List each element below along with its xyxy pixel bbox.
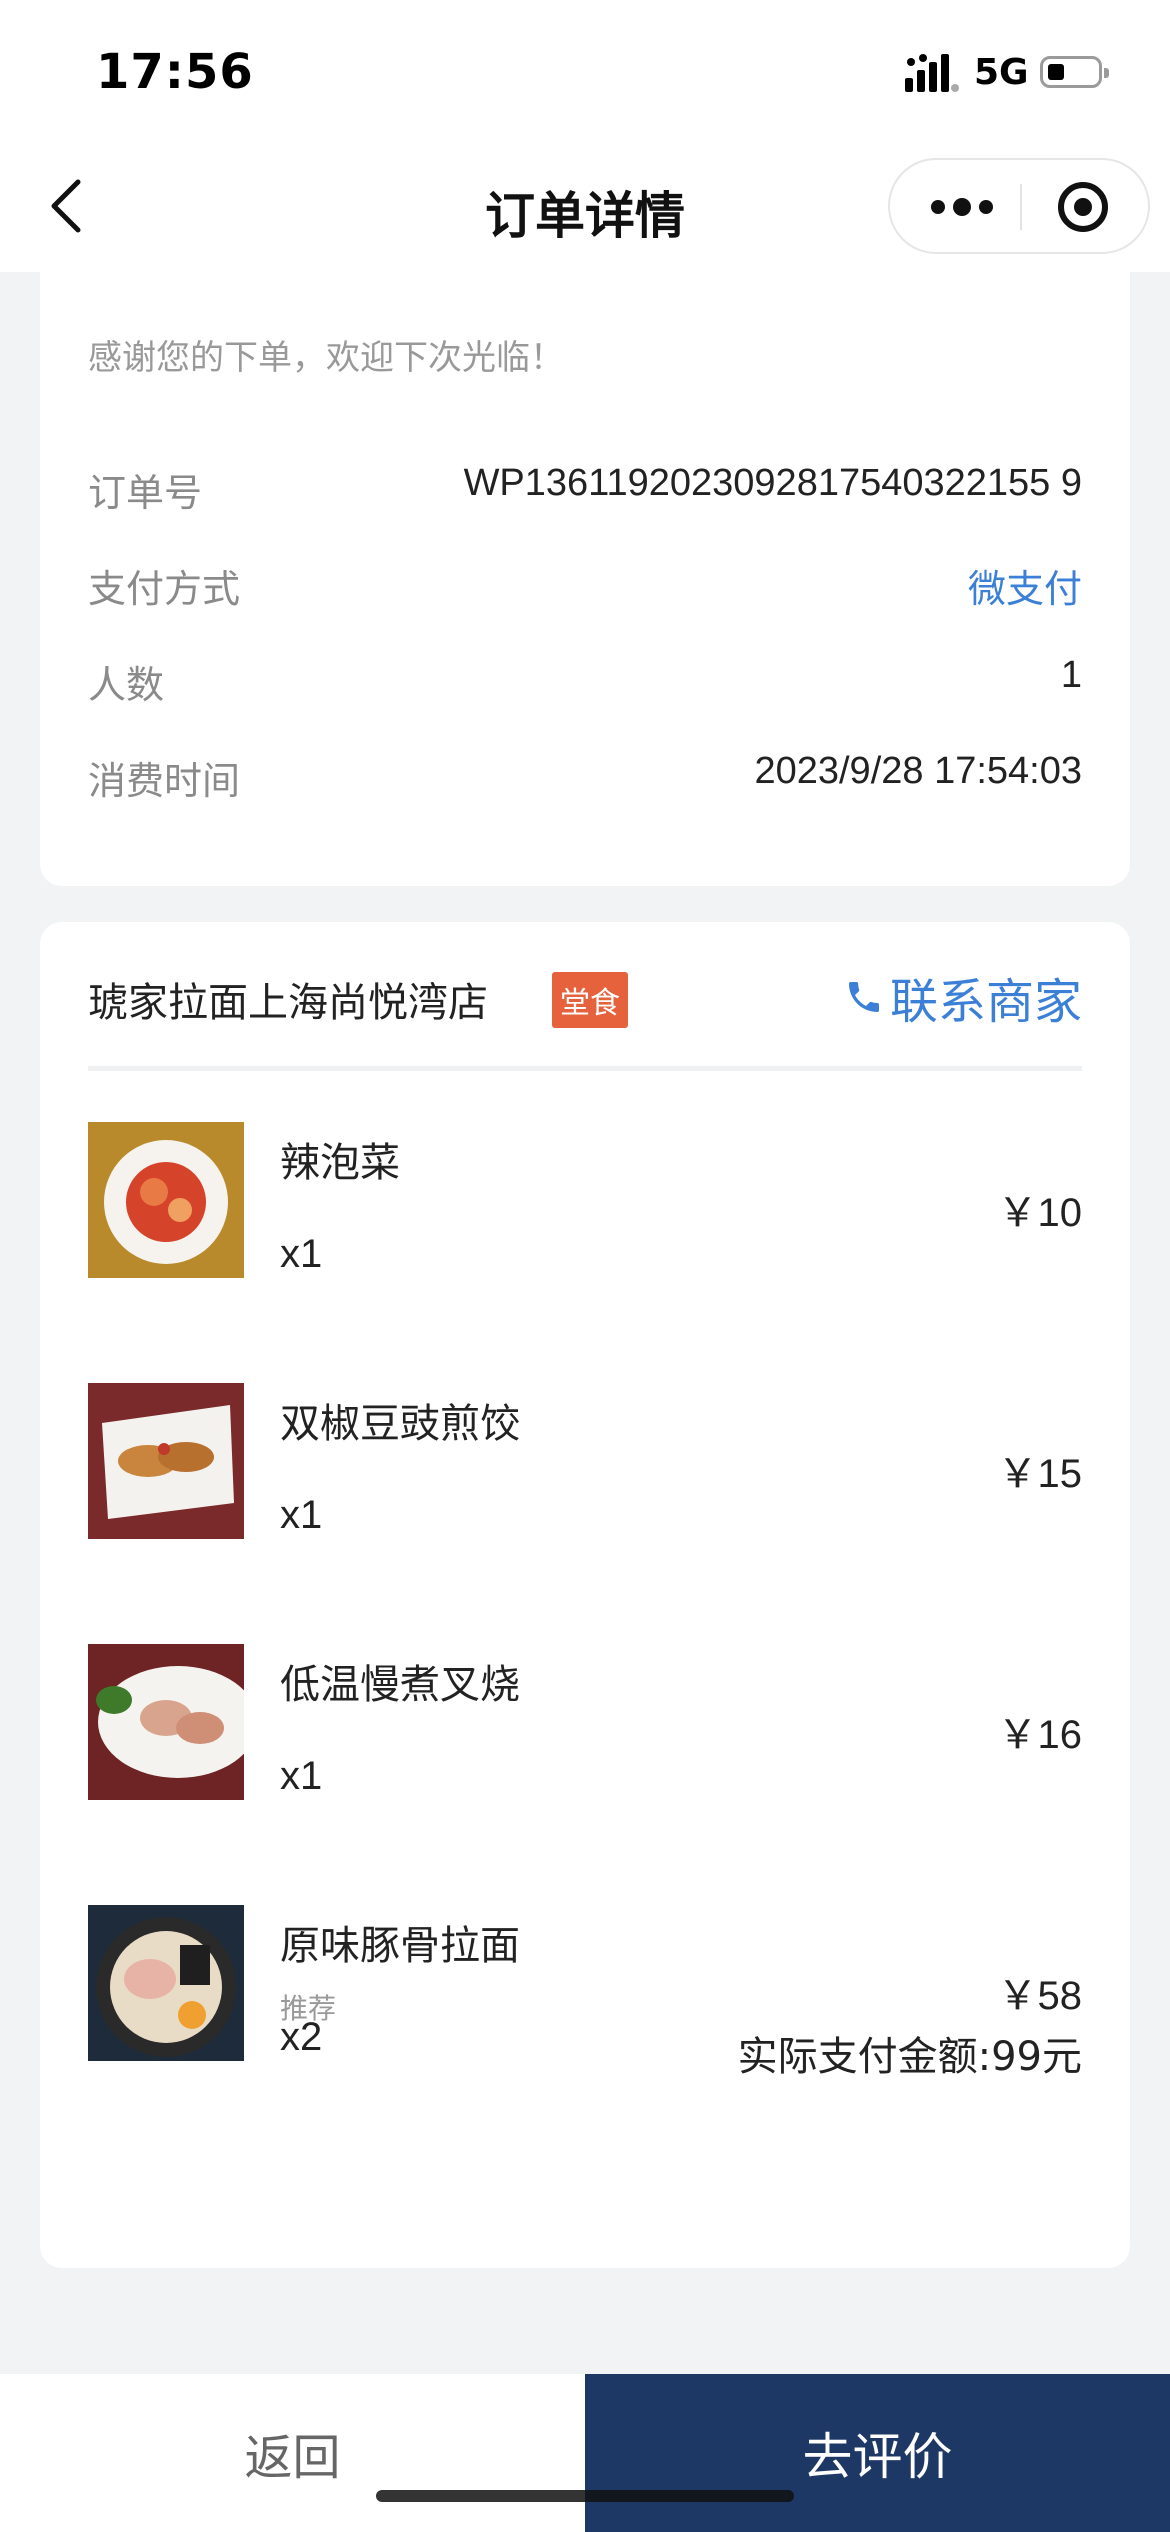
row-label: 人数 — [88, 665, 165, 707]
list-item[interactable]: 低温慢煮叉烧 x1 ￥16 — [88, 1644, 1082, 1804]
item-price: ￥10 — [997, 1191, 1083, 1235]
people-count-row: 人数 1 — [88, 654, 1082, 714]
item-name: 辣泡菜 — [280, 1140, 400, 1186]
item-price: ￥16 — [997, 1713, 1083, 1757]
row-label: 订单号 — [88, 473, 203, 515]
payment-method-row: 支付方式 微支付 — [88, 558, 1082, 618]
row-label: 消费时间 — [88, 761, 241, 803]
bottom-action-bar: 返回 去评价 — [0, 2374, 1170, 2532]
item-quantity: x1 — [280, 1493, 323, 1537]
people-count: 1 — [1060, 654, 1082, 696]
battery-icon — [1040, 56, 1109, 88]
more-icon[interactable] — [930, 198, 994, 216]
contact-merchant-label: 联系商家 — [889, 974, 1082, 1030]
home-indicator — [376, 2490, 794, 2502]
network-label: 5G — [974, 52, 1029, 93]
list-item[interactable]: 辣泡菜 x1 ￥10 — [88, 1122, 1082, 1282]
item-name: 原味豚骨拉面 — [280, 1923, 520, 1969]
contact-merchant-button[interactable]: 联系商家 — [844, 962, 1082, 1032]
review-button[interactable]: 去评价 — [585, 2374, 1170, 2532]
item-name: 双椒豆豉煎饺 — [280, 1401, 520, 1447]
dish-thumbnail — [88, 1122, 244, 1278]
back-button[interactable]: 返回 — [0, 2374, 585, 2532]
miniapp-capsule — [888, 158, 1150, 254]
top-bar: 17:56 5G 订单详情 — [0, 0, 1170, 272]
order-number: WP1361192023092817540322155 9 — [463, 462, 1082, 504]
phone-icon — [848, 982, 879, 1012]
store-name: 琥家拉面上海尚悦湾店 — [88, 980, 488, 1026]
item-price: ￥15 — [997, 1452, 1083, 1496]
row-label: 支付方式 — [88, 569, 241, 611]
total-paid: 实际支付金额:99元 — [737, 2034, 1082, 2080]
item-quantity: x1 — [280, 1754, 323, 1798]
order-info-card: 感谢您的下单，欢迎下次光临！ 订单号 WP1361192023092817540… — [40, 210, 1130, 886]
item-name: 低温慢煮叉烧 — [280, 1662, 520, 1708]
thanks-message: 感谢您的下单，欢迎下次光临！ — [88, 338, 564, 378]
close-miniapp-icon[interactable] — [1056, 180, 1110, 234]
status-time: 17:56 — [96, 44, 254, 100]
dish-thumbnail — [88, 1644, 244, 1800]
signal-icon — [905, 54, 959, 92]
dine-in-badge: 堂食 — [552, 972, 628, 1028]
capsule-divider — [1020, 184, 1022, 230]
item-price: ￥58 — [997, 1974, 1083, 2018]
dish-thumbnail — [88, 1383, 244, 1539]
item-quantity: x2 — [280, 2015, 323, 2059]
divider — [88, 1066, 1082, 1071]
dish-thumbnail — [88, 1905, 244, 2061]
order-items-card: 琥家拉面上海尚悦湾店 堂食 联系商家 辣泡菜 x1 ￥10 双椒豆豉煎饺 x1 … — [40, 922, 1130, 2268]
consume-time: 2023/9/28 17:54:03 — [754, 750, 1082, 792]
list-item[interactable]: 双椒豆豉煎饺 x1 ￥15 — [88, 1383, 1082, 1543]
item-quantity: x1 — [280, 1232, 323, 1276]
consume-time-row: 消费时间 2023/9/28 17:54:03 — [88, 750, 1082, 810]
payment-method-link[interactable]: 微支付 — [968, 558, 1082, 613]
order-number-row: 订单号 WP1361192023092817540322155 9 — [88, 462, 1082, 522]
